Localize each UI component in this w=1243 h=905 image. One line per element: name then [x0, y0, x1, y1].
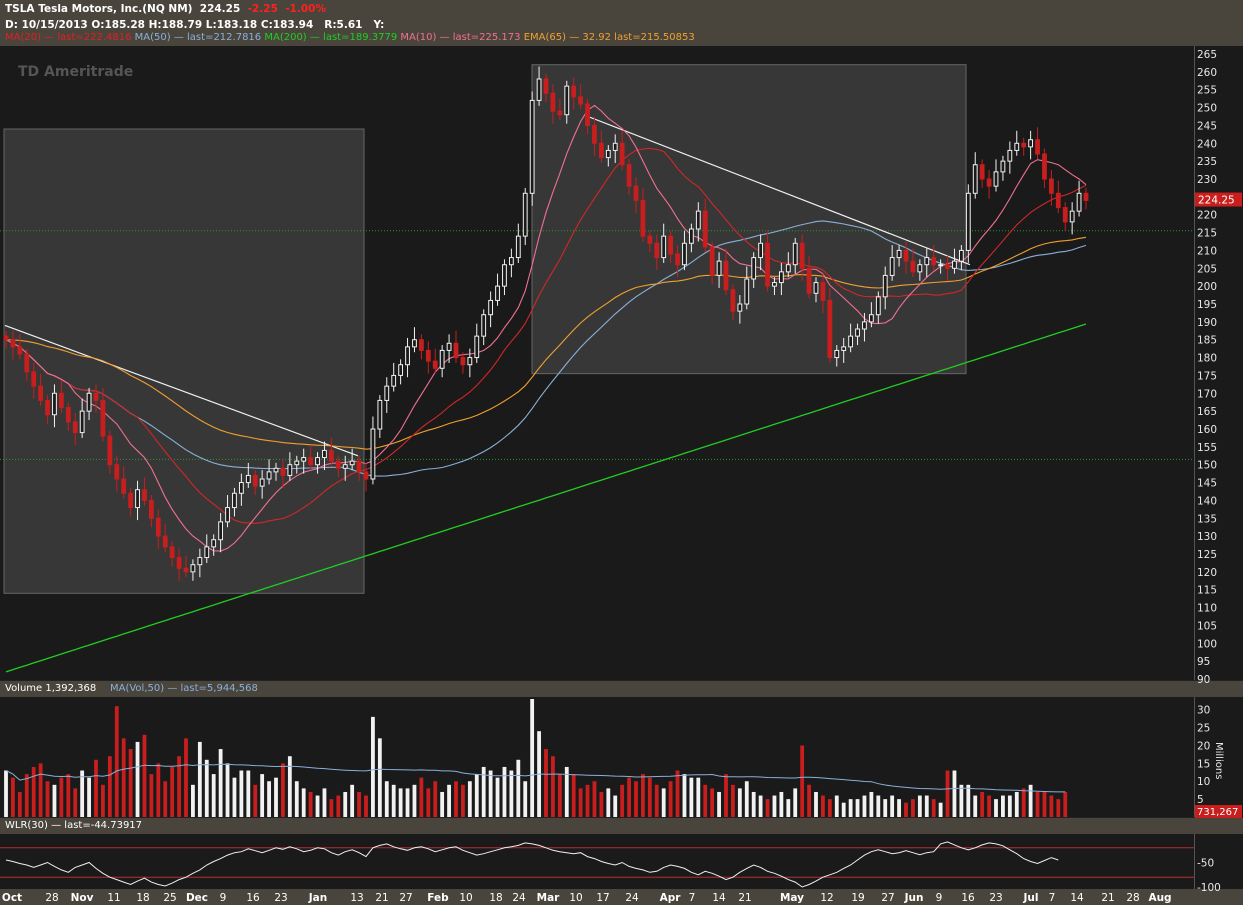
ameritrade-logo: TD Ameritrade — [18, 64, 134, 80]
wlr-label-strip: WLR(30) — last=-44.73917 — [0, 818, 1243, 834]
price-change: -2.25 — [247, 3, 278, 15]
wlr-label: WLR(30) — last=-44.73917 — [5, 820, 143, 831]
volume-label: Volume 1,392,368 — [5, 683, 97, 694]
price-change-pct: -1.00% — [285, 3, 326, 15]
legend-ema65[interactable]: EMA(65) — 32.92 last=215.50853 — [524, 32, 695, 43]
wlr-axis — [1194, 834, 1243, 889]
ohlc-readout: D: 10/15/2013 O:185.28 H:188.79 L:183.18… — [5, 19, 314, 31]
volume-panel[interactable] — [0, 697, 1194, 817]
volume-label-strip: Volume 1,392,368 MA(Vol,50) — last=5,944… — [0, 681, 1243, 697]
legend-ma20[interactable]: MA(20) — last=222.4816 — [5, 32, 131, 43]
legend-ma10[interactable]: MA(10) — last=225.173 — [400, 32, 520, 43]
price-panel[interactable] — [0, 46, 1194, 680]
price-axis — [1194, 46, 1243, 680]
last-price: 224.25 — [199, 3, 241, 15]
legend-ma50[interactable]: MA(50) — last=212.7816 — [135, 32, 261, 43]
ohlc-row: D: 10/15/2013 O:185.28 H:188.79 L:183.18… — [5, 19, 384, 31]
symbol-title-row: TSLA Tesla Motors, Inc.(NQ NM) 224.25 -2… — [5, 3, 326, 15]
r-readout: R:5.61 — [324, 19, 363, 31]
volume-ma-label: MA(Vol,50) — last=5,944,568 — [110, 683, 258, 694]
wlr-panel[interactable] — [0, 834, 1194, 889]
symbol-title: TSLA Tesla Motors, Inc.(NQ NM) — [5, 3, 193, 15]
chart-header: TSLA Tesla Motors, Inc.(NQ NM) 224.25 -2… — [0, 0, 1243, 46]
y-readout: Y: — [373, 19, 385, 31]
volume-axis — [1194, 697, 1243, 817]
legend-ma200[interactable]: MA(200) — last=189.3779 — [264, 32, 397, 43]
date-axis — [0, 889, 1243, 905]
indicator-legend: MA(20) — last=222.4816 MA(50) — last=212… — [5, 32, 695, 43]
